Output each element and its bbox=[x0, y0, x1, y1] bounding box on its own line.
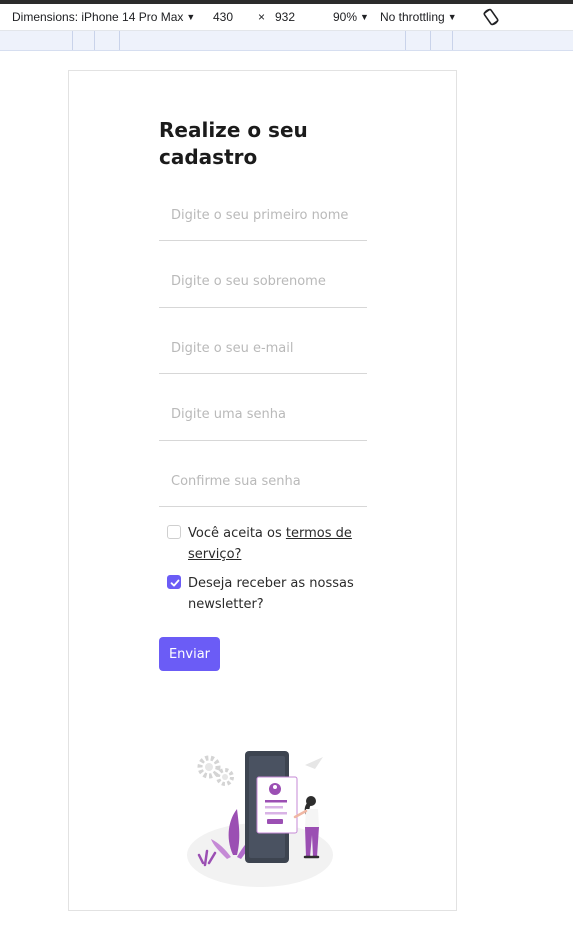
ruler-tick bbox=[452, 31, 453, 50]
device-dimensions-label: Dimensions: iPhone 14 Pro Max bbox=[12, 10, 184, 24]
throttling-label: No throttling bbox=[380, 10, 445, 24]
newsletter-checkbox[interactable] bbox=[167, 575, 181, 589]
newsletter-checkbox-row: Deseja receber as nossas newsletter? bbox=[159, 573, 367, 615]
chevron-down-icon: ▼ bbox=[186, 12, 196, 22]
ruler-tick bbox=[72, 31, 73, 50]
submit-button[interactable]: Enviar bbox=[159, 637, 220, 671]
rotate-icon[interactable] bbox=[481, 7, 501, 27]
ruler-tick bbox=[405, 31, 406, 50]
ruler-tick bbox=[94, 31, 95, 50]
zoom-label: 90% bbox=[333, 10, 358, 24]
email-field-wrapper bbox=[159, 308, 367, 374]
media-query-ruler bbox=[0, 31, 573, 51]
last-name-field-wrapper bbox=[159, 241, 367, 308]
ruler-tick bbox=[430, 31, 431, 50]
page-title: Realize o seu cadastro bbox=[159, 118, 308, 169]
device-dimensions-dropdown[interactable]: Dimensions: iPhone 14 Pro Max ▼ bbox=[12, 10, 195, 24]
viewport-height-input[interactable]: 932 bbox=[275, 10, 295, 24]
signup-illustration bbox=[187, 751, 333, 887]
terms-text: Você aceita os bbox=[188, 526, 286, 541]
signup-form: Realize o seu cadastro Você aceita os te… bbox=[159, 117, 367, 671]
form-fields bbox=[159, 185, 367, 507]
password-field-wrapper bbox=[159, 374, 367, 441]
password-input[interactable] bbox=[159, 389, 367, 440]
chevron-down-icon: ▼ bbox=[447, 12, 457, 22]
newsletter-label: Deseja receber as nossas newsletter? bbox=[188, 576, 354, 612]
confirm-password-field-wrapper bbox=[159, 441, 367, 507]
first-name-input[interactable] bbox=[159, 190, 367, 240]
dimension-separator: × bbox=[258, 10, 266, 24]
chevron-down-icon: ▼ bbox=[360, 12, 369, 22]
device-viewport: Realize o seu cadastro Você aceita os te… bbox=[68, 70, 457, 911]
terms-checkbox[interactable] bbox=[167, 525, 181, 539]
confirm-password-input[interactable] bbox=[159, 456, 367, 506]
first-name-field-wrapper bbox=[159, 185, 367, 241]
ruler-tick bbox=[119, 31, 120, 50]
email-input[interactable] bbox=[159, 323, 367, 373]
devtools-device-toolbar: Dimensions: iPhone 14 Pro Max ▼ 430 × 932… bbox=[0, 4, 573, 31]
terms-label: Você aceita os termos de serviço? bbox=[188, 526, 352, 562]
terms-checkbox-row: Você aceita os termos de serviço? bbox=[159, 523, 367, 565]
viewport-width-input[interactable]: 430 bbox=[213, 10, 233, 24]
throttling-dropdown[interactable]: No throttling ▼ bbox=[380, 10, 457, 24]
zoom-dropdown[interactable]: 90% ▼ bbox=[333, 10, 369, 24]
last-name-input[interactable] bbox=[159, 256, 367, 307]
checkmark-icon bbox=[170, 579, 180, 587]
